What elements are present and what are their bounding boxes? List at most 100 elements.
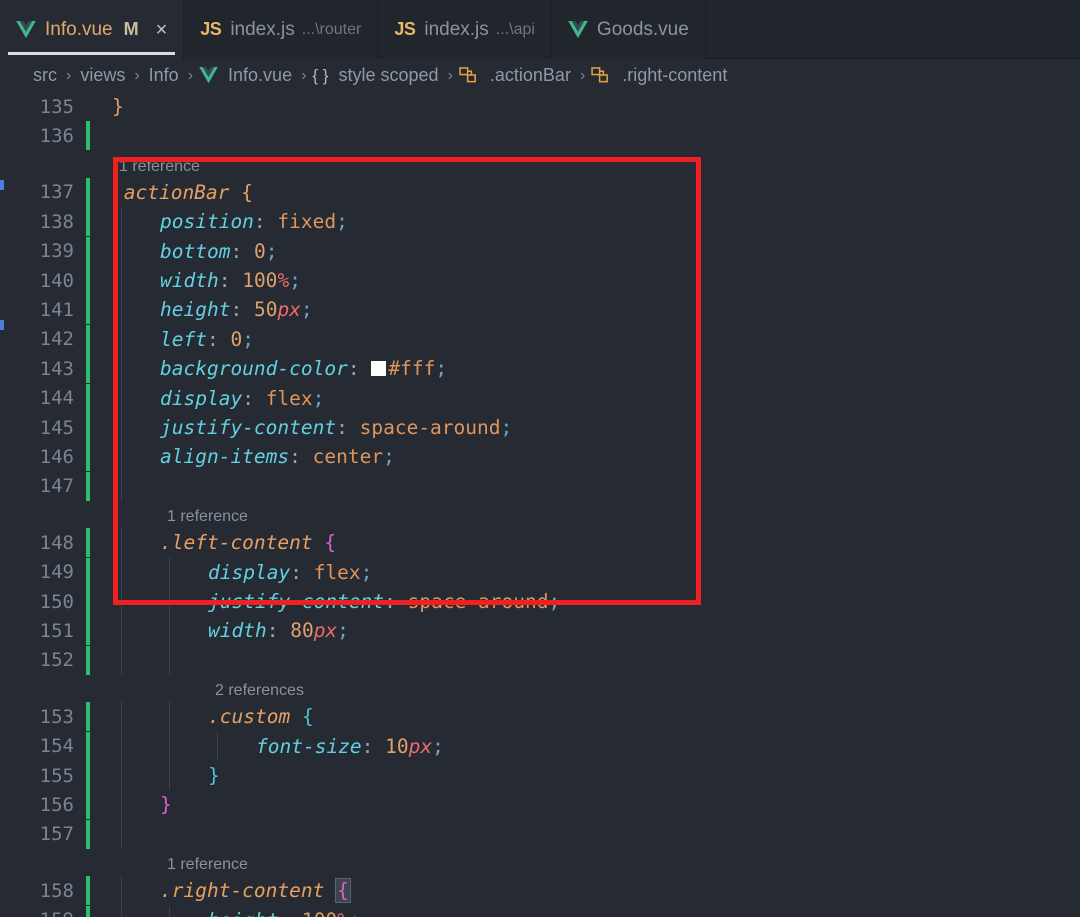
code-line[interactable]: 142 left: 0;	[0, 324, 1080, 354]
git-change-indicator	[86, 557, 90, 587]
breadcrumb-item-actionbar[interactable]: .actionBar	[487, 65, 574, 86]
line-number: 141	[39, 298, 74, 321]
git-change-indicator	[86, 790, 90, 820]
code-line[interactable]: 138 position: fixed;	[0, 207, 1080, 237]
breadcrumb-item-views[interactable]: views	[77, 65, 128, 86]
codelens-reference[interactable]: 1 reference	[119, 154, 200, 180]
code-line[interactable]: 137 .actionBar {	[0, 177, 1080, 207]
line-number: 151	[39, 619, 74, 642]
code-line[interactable]: 148 .left-content {	[0, 528, 1080, 558]
line-number: 158	[39, 879, 74, 902]
code-line[interactable]: 156}	[0, 790, 1080, 820]
chevron-right-icon: ›	[134, 66, 140, 84]
line-number: 152	[39, 649, 74, 672]
code-line[interactable]: 154 font-size: 10px;	[0, 731, 1080, 761]
codelens-reference[interactable]: 1 reference	[167, 852, 248, 878]
line-number: 150	[39, 590, 74, 613]
tab-path-hint: ...\api	[495, 20, 535, 38]
code-line[interactable]: 145 justify-content: space-around;	[0, 413, 1080, 442]
code-line[interactable]: 155}	[0, 761, 1080, 790]
code-line[interactable]: 140 width: 100%;	[0, 266, 1080, 295]
line-number: 154	[39, 735, 74, 758]
tab-path-hint: ...\router	[301, 20, 362, 38]
breadcrumb: src › views › Info › Info.vue › { } styl…	[0, 59, 1080, 92]
git-change-indicator	[86, 471, 90, 501]
git-change-indicator	[86, 905, 90, 917]
breadcrumb-item-info-vue[interactable]: Info.vue	[225, 65, 295, 86]
line-number: 142	[39, 328, 74, 351]
git-change-indicator	[86, 442, 90, 472]
tab-index-js-api[interactable]: JS index.js ...\api	[378, 0, 552, 59]
code-editor[interactable]: 135} 136 1 reference 137 .actionBar {138 posi…	[0, 92, 1080, 917]
chevron-right-icon: ›	[187, 66, 194, 84]
code-line[interactable]: 152	[0, 645, 1080, 675]
code-line[interactable]: 157	[0, 819, 1080, 849]
git-change-indicator	[86, 702, 90, 732]
code-line[interactable]: 149 display: flex;	[0, 557, 1080, 587]
code-text: display: flex;	[160, 386, 325, 410]
code-text: width: 100%;	[160, 269, 301, 292]
code-line[interactable]: 141 height: 50px;	[0, 295, 1080, 325]
css-rule-icon	[591, 67, 612, 84]
git-change-indicator	[86, 616, 90, 646]
line-number: 147	[39, 475, 74, 498]
tab-bar-empty-space	[705, 0, 1080, 58]
code-line[interactable]: 139 bottom: 0;	[0, 236, 1080, 266]
line-number: 145	[39, 416, 74, 439]
git-change-indicator	[86, 354, 90, 384]
code-line[interactable]: 143 background-color: #fff;	[0, 354, 1080, 384]
vue-icon	[199, 67, 218, 84]
code-line[interactable]: 158 .right-content {	[0, 876, 1080, 906]
js-icon: JS	[394, 19, 416, 39]
breadcrumb-item-src[interactable]: src	[30, 65, 60, 86]
breadcrumb-item-info[interactable]: Info	[146, 65, 182, 86]
line-number: 153	[39, 705, 74, 728]
git-change-indicator	[86, 587, 90, 616]
braces-icon: { }	[312, 65, 329, 85]
js-icon: JS	[200, 19, 222, 39]
line-number: 137	[39, 181, 74, 204]
css-rule-icon	[459, 67, 480, 84]
chevron-right-icon: ›	[301, 66, 307, 84]
tab-index-js-router[interactable]: JS index.js ...\router	[184, 0, 379, 59]
code-text: bottom: 0;	[160, 239, 278, 263]
tab-label: index.js	[230, 18, 295, 40]
code-line[interactable]: 147	[0, 471, 1080, 501]
code-text: background-color: #fff;	[160, 357, 448, 381]
codelens-reference[interactable]: 1 reference	[167, 504, 248, 530]
breadcrumb-item-style-scoped[interactable]: style scoped	[336, 65, 442, 86]
codelens-reference[interactable]: 2 references	[215, 678, 304, 704]
code-line[interactable]: 153 .custom {	[0, 702, 1080, 732]
code-line[interactable]: 144 display: flex;	[0, 383, 1080, 413]
git-change-indicator	[86, 383, 90, 413]
git-change-indicator	[86, 413, 90, 442]
line-number: 146	[39, 445, 74, 468]
git-change-indicator	[86, 731, 90, 761]
git-change-indicator	[86, 761, 90, 790]
tab-info-vue[interactable]: Info.vue M ×	[0, 0, 185, 59]
code-text: }	[160, 793, 172, 817]
line-number: 138	[39, 210, 74, 233]
close-icon[interactable]: ×	[156, 20, 168, 40]
code-text: display: flex;	[208, 560, 373, 584]
code-text: .right-content {	[160, 878, 351, 904]
line-number: 157	[39, 823, 74, 846]
git-change-indicator	[86, 266, 90, 295]
code-line[interactable]: 146 align-items: center;	[0, 442, 1080, 472]
code-text: }	[112, 95, 124, 118]
tab-goods-vue[interactable]: Goods.vue	[551, 0, 706, 59]
breadcrumb-item-right-content[interactable]: .right-content	[619, 65, 730, 86]
code-line[interactable]: 135}	[0, 92, 1080, 121]
line-number: 156	[39, 793, 74, 816]
git-change-indicator	[86, 324, 90, 354]
git-change-indicator	[86, 528, 90, 558]
chevron-right-icon: ›	[66, 66, 72, 84]
git-change-indicator	[86, 207, 90, 237]
code-line[interactable]: 136	[0, 121, 1080, 151]
code-line[interactable]: 150 justify-content: space-around;	[0, 587, 1080, 616]
code-line[interactable]: 151 width: 80px;	[0, 616, 1080, 646]
code-content[interactable]: 135} 136 1 reference 137 .actionBar {138 posi…	[0, 92, 1080, 917]
tab-label: Info.vue	[45, 18, 113, 40]
code-line[interactable]: 159 height: 100%;	[0, 905, 1080, 917]
line-number: 139	[39, 240, 74, 263]
